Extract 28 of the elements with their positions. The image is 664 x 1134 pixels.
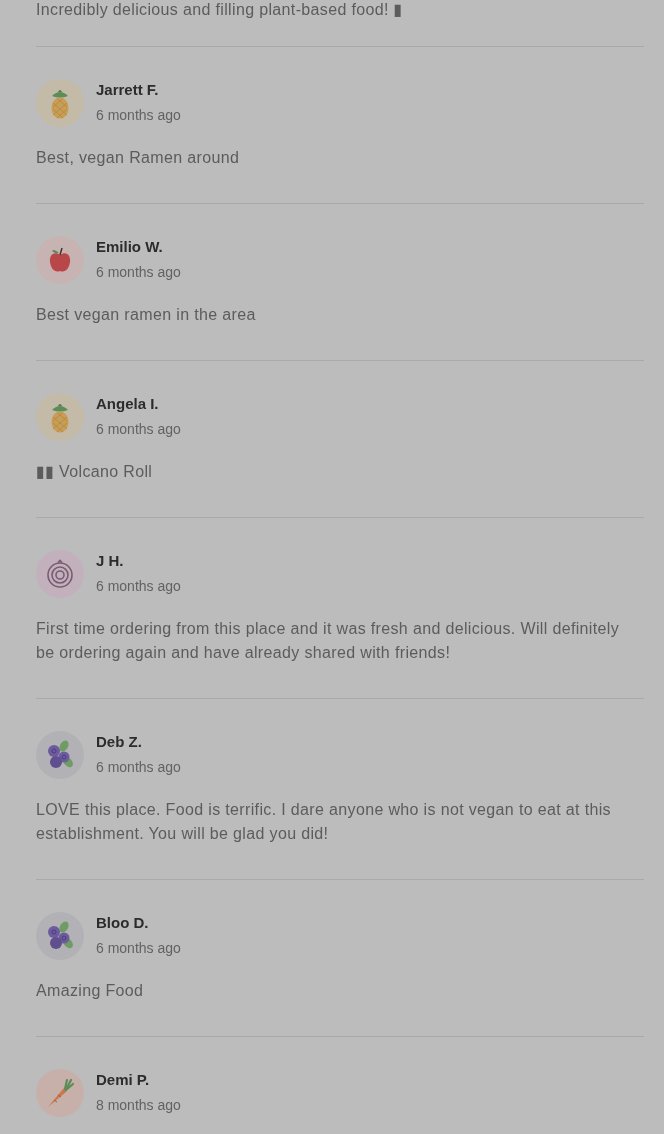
review-time: 6 months ago — [96, 263, 181, 282]
review-text: ▮▮ Volcano Roll — [36, 462, 154, 482]
review-time: 6 months ago — [96, 106, 181, 125]
carrot-icon — [36, 1069, 84, 1117]
onion-icon — [36, 550, 84, 598]
reviewer-name: Bloo D. — [96, 913, 149, 933]
review-text: First time ordering from this place and it was fresh and delicious. Will definitely be ordering again and have already shared with friends! — [36, 619, 621, 663]
apple-icon — [36, 236, 84, 284]
reviewer-name: Deb Z. — [96, 732, 142, 752]
review-text: Amazing Food — [36, 981, 145, 1001]
pineapple-icon — [36, 79, 84, 127]
blueberries-icon — [36, 912, 84, 960]
review-time: 6 months ago — [96, 939, 181, 958]
review-text: LOVE this place. Food is terrific. I dare anyone who is not vegan to eat at this establishment. You will be glad you did! — [36, 800, 612, 844]
reviewer-name: J H. — [96, 551, 124, 571]
review-time: 6 months ago — [96, 758, 181, 777]
pineapple-icon — [36, 393, 84, 441]
blueberries-icon — [36, 731, 84, 779]
reviewer-name: Angela I. — [96, 394, 159, 414]
review-text: Incredibly delicious and filling plant-based food! ▮ — [36, 0, 403, 20]
reviewer-name: Demi P. — [96, 1070, 150, 1090]
review-time: 6 months ago — [96, 420, 181, 439]
review-time: 6 months ago — [96, 577, 181, 596]
review-text: Best, vegan Ramen around — [36, 148, 241, 168]
review-text: Best vegan ramen in the area — [36, 305, 257, 325]
reviewer-name: Jarrett F. — [96, 80, 159, 100]
review-time: 8 months ago — [96, 1096, 181, 1115]
reviewer-name: Emilio W. — [96, 237, 163, 257]
